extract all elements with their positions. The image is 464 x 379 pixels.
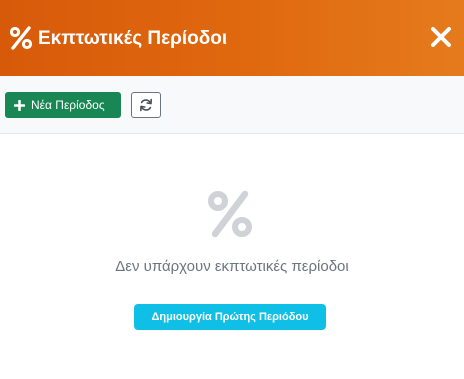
new-period-label: Νέα Περίοδος	[31, 98, 105, 112]
empty-state-message: Δεν υπάρχουν εκπτωτικές περίοδοι	[115, 258, 349, 275]
discount-periods-modal: Εκπτωτικές Περίοδοι Νέα Περίοδος Δεν υπά…	[0, 0, 464, 379]
percent-icon	[9, 26, 33, 50]
toolbar: Νέα Περίοδος	[0, 76, 464, 134]
plus-icon	[14, 99, 25, 111]
modal-header: Εκπτωτικές Περίοδοι	[0, 0, 464, 76]
refresh-icon	[140, 98, 152, 112]
close-icon[interactable]	[430, 26, 452, 48]
new-period-button[interactable]: Νέα Περίοδος	[5, 92, 121, 118]
modal-title: Εκπτωτικές Περίοδοι	[38, 28, 228, 49]
create-first-period-button[interactable]: Δημιουργία Πρώτης Περιόδου	[134, 304, 326, 330]
empty-percent-icon	[208, 190, 252, 238]
refresh-button[interactable]	[131, 92, 161, 118]
